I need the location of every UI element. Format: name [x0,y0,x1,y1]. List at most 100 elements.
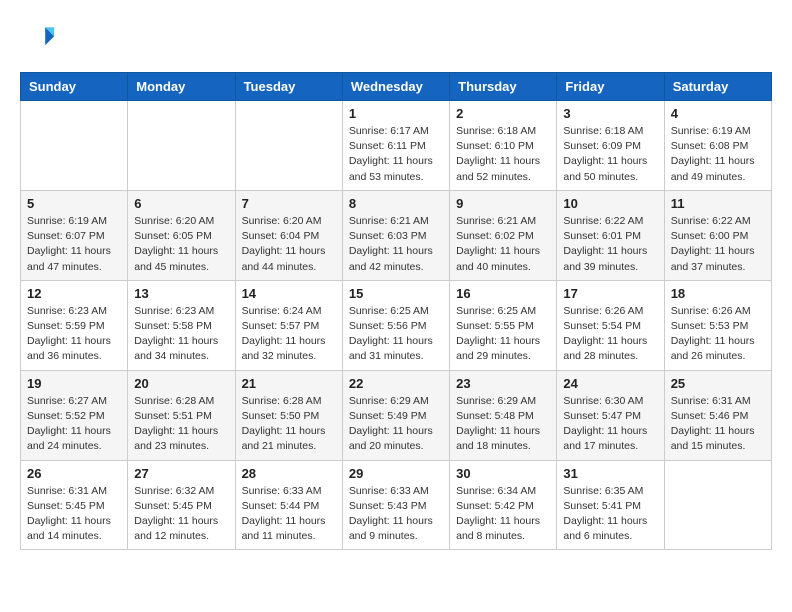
day-number: 23 [456,376,550,391]
day-info: Sunrise: 6:34 AMSunset: 5:42 PMDaylight:… [456,484,550,545]
day-info: Sunrise: 6:25 AMSunset: 5:55 PMDaylight:… [456,304,550,365]
day-number: 14 [242,286,336,301]
day-info: Sunrise: 6:30 AMSunset: 5:47 PMDaylight:… [563,394,657,455]
day-number: 9 [456,196,550,211]
day-number: 17 [563,286,657,301]
day-info: Sunrise: 6:23 AMSunset: 5:59 PMDaylight:… [27,304,121,365]
day-info: Sunrise: 6:17 AMSunset: 6:11 PMDaylight:… [349,124,443,185]
day-number: 24 [563,376,657,391]
calendar-cell: 18 Sunrise: 6:26 AMSunset: 5:53 PMDayligh… [664,280,771,370]
calendar-header-thursday: Thursday [450,73,557,101]
day-info: Sunrise: 6:18 AMSunset: 6:10 PMDaylight:… [456,124,550,185]
day-info: Sunrise: 6:33 AMSunset: 5:43 PMDaylight:… [349,484,443,545]
calendar-cell: 27 Sunrise: 6:32 AMSunset: 5:45 PMDayligh… [128,460,235,550]
day-number: 10 [563,196,657,211]
day-number: 30 [456,466,550,481]
calendar: SundayMondayTuesdayWednesdayThursdayFrid… [20,72,772,550]
day-info: Sunrise: 6:25 AMSunset: 5:56 PMDaylight:… [349,304,443,365]
day-number: 7 [242,196,336,211]
calendar-cell: 1Sunrise: 6:17 AMSunset: 6:11 PMDaylight… [342,101,449,191]
day-info: Sunrise: 6:26 AMSunset: 5:53 PMDaylight:… [671,304,765,365]
day-number: 27 [134,466,228,481]
calendar-cell: 22Sunrise: 6:29 AMSunset: 5:49 PMDayligh… [342,370,449,460]
calendar-cell [664,460,771,550]
day-info: Sunrise: 6:35 AMSunset: 5:41 PMDaylight:… [563,484,657,545]
day-info: Sunrise: 6:24 AMSunset: 5:57 PMDaylight:… [242,304,336,365]
calendar-header-sunday: Sunday [21,73,128,101]
calendar-cell: 2Sunrise: 6:18 AMSunset: 6:10 PMDaylight… [450,101,557,191]
calendar-header-monday: Monday [128,73,235,101]
calendar-cell: 11Sunrise: 6:22 AMSunset: 6:00 PMDayligh… [664,190,771,280]
calendar-cell: 3 Sunrise: 6:18 AMSunset: 6:09 PMDaylight… [557,101,664,191]
day-info: Sunrise: 6:26 AMSunset: 5:54 PMDaylight:… [563,304,657,365]
day-info: Sunrise: 6:19 AMSunset: 6:07 PMDaylight:… [27,214,121,275]
calendar-cell: 20 Sunrise: 6:28 AMSunset: 5:51 PMDayligh… [128,370,235,460]
calendar-cell: 16 Sunrise: 6:25 AMSunset: 5:55 PMDayligh… [450,280,557,370]
day-info: Sunrise: 6:31 AMSunset: 5:46 PMDaylight:… [671,394,765,455]
day-info: Sunrise: 6:23 AMSunset: 5:58 PMDaylight:… [134,304,228,365]
day-number: 15 [349,286,443,301]
day-number: 19 [27,376,121,391]
day-info: Sunrise: 6:19 AMSunset: 6:08 PMDaylight:… [671,124,765,185]
day-number: 21 [242,376,336,391]
calendar-cell: 26 Sunrise: 6:31 AMSunset: 5:45 PMDayligh… [21,460,128,550]
day-number: 4 [671,106,765,121]
calendar-cell: 6 Sunrise: 6:20 AMSunset: 6:05 PMDaylight… [128,190,235,280]
calendar-cell: 10Sunrise: 6:22 AMSunset: 6:01 PMDayligh… [557,190,664,280]
calendar-cell: 7 Sunrise: 6:20 AMSunset: 6:04 PMDaylight… [235,190,342,280]
day-number: 16 [456,286,550,301]
calendar-cell [235,101,342,191]
calendar-cell: 8Sunrise: 6:21 AMSunset: 6:03 PMDaylight… [342,190,449,280]
calendar-cell: 25 Sunrise: 6:31 AMSunset: 5:46 PMDayligh… [664,370,771,460]
calendar-cell: 9 Sunrise: 6:21 AMSunset: 6:02 PMDaylight… [450,190,557,280]
calendar-cell: 30 Sunrise: 6:34 AMSunset: 5:42 PMDayligh… [450,460,557,550]
day-info: Sunrise: 6:20 AMSunset: 6:05 PMDaylight:… [134,214,228,275]
calendar-header-row: SundayMondayTuesdayWednesdayThursdayFrid… [21,73,772,101]
calendar-week-3: 12 Sunrise: 6:23 AMSunset: 5:59 PMDayligh… [21,280,772,370]
day-number: 25 [671,376,765,391]
day-number: 5 [27,196,121,211]
calendar-header-wednesday: Wednesday [342,73,449,101]
day-info: Sunrise: 6:21 AMSunset: 6:02 PMDaylight:… [456,214,550,275]
calendar-cell: 13 Sunrise: 6:23 AMSunset: 5:58 PMDayligh… [128,280,235,370]
day-number: 20 [134,376,228,391]
calendar-week-4: 19 Sunrise: 6:27 AMSunset: 5:52 PMDayligh… [21,370,772,460]
day-info: Sunrise: 6:29 AMSunset: 5:49 PMDaylight:… [349,394,443,455]
page-header [20,20,772,56]
day-info: Sunrise: 6:27 AMSunset: 5:52 PMDaylight:… [27,394,121,455]
day-number: 12 [27,286,121,301]
day-info: Sunrise: 6:33 AMSunset: 5:44 PMDaylight:… [242,484,336,545]
logo-icon [20,20,56,56]
calendar-cell: 29 Sunrise: 6:33 AMSunset: 5:43 PMDayligh… [342,460,449,550]
calendar-cell: 17 Sunrise: 6:26 AMSunset: 5:54 PMDayligh… [557,280,664,370]
day-info: Sunrise: 6:20 AMSunset: 6:04 PMDaylight:… [242,214,336,275]
day-info: Sunrise: 6:28 AMSunset: 5:51 PMDaylight:… [134,394,228,455]
day-number: 29 [349,466,443,481]
calendar-cell: 5 Sunrise: 6:19 AMSunset: 6:07 PMDaylight… [21,190,128,280]
calendar-week-5: 26 Sunrise: 6:31 AMSunset: 5:45 PMDayligh… [21,460,772,550]
day-number: 18 [671,286,765,301]
day-number: 26 [27,466,121,481]
day-number: 11 [671,196,765,211]
day-number: 13 [134,286,228,301]
calendar-cell: 24 Sunrise: 6:30 AMSunset: 5:47 PMDayligh… [557,370,664,460]
calendar-cell [21,101,128,191]
day-info: Sunrise: 6:28 AMSunset: 5:50 PMDaylight:… [242,394,336,455]
calendar-cell: 28Sunrise: 6:33 AMSunset: 5:44 PMDayligh… [235,460,342,550]
calendar-cell: 19 Sunrise: 6:27 AMSunset: 5:52 PMDayligh… [21,370,128,460]
calendar-cell: 23 Sunrise: 6:29 AMSunset: 5:48 PMDayligh… [450,370,557,460]
day-info: Sunrise: 6:18 AMSunset: 6:09 PMDaylight:… [563,124,657,185]
calendar-cell: 31Sunrise: 6:35 AMSunset: 5:41 PMDayligh… [557,460,664,550]
calendar-cell: 15 Sunrise: 6:25 AMSunset: 5:56 PMDayligh… [342,280,449,370]
calendar-cell [128,101,235,191]
day-number: 3 [563,106,657,121]
logo [20,20,62,56]
day-info: Sunrise: 6:29 AMSunset: 5:48 PMDaylight:… [456,394,550,455]
calendar-cell: 12 Sunrise: 6:23 AMSunset: 5:59 PMDayligh… [21,280,128,370]
calendar-header-saturday: Saturday [664,73,771,101]
calendar-week-1: 1Sunrise: 6:17 AMSunset: 6:11 PMDaylight… [21,101,772,191]
day-info: Sunrise: 6:31 AMSunset: 5:45 PMDaylight:… [27,484,121,545]
calendar-header-friday: Friday [557,73,664,101]
day-info: Sunrise: 6:32 AMSunset: 5:45 PMDaylight:… [134,484,228,545]
day-number: 6 [134,196,228,211]
